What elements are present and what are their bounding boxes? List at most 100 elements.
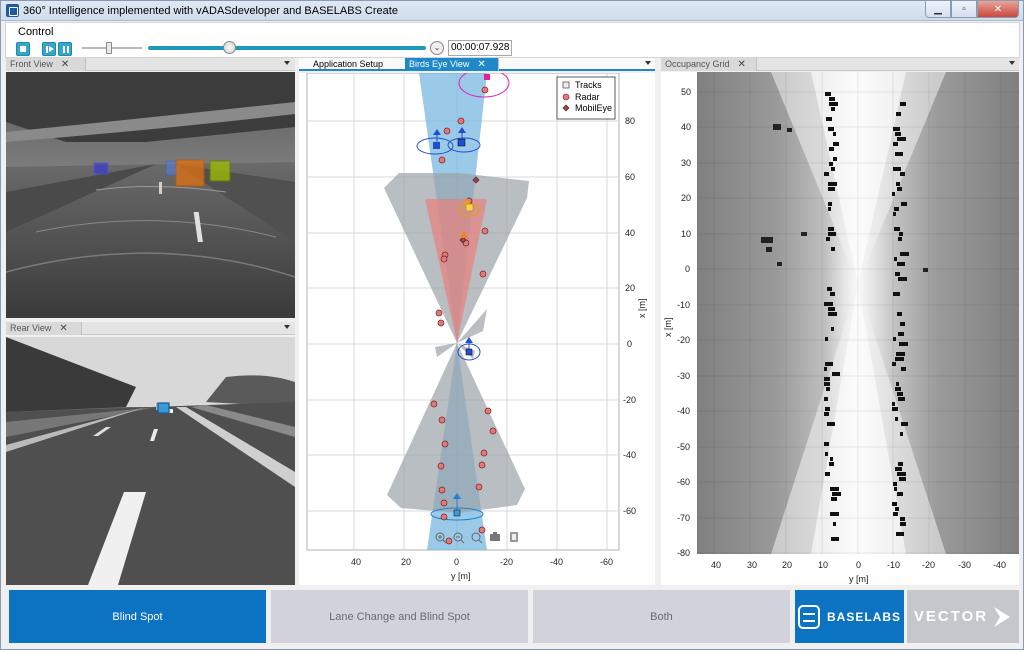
lane-change-blind-spot-button[interactable]: Lane Change and Blind Spot (271, 590, 528, 643)
occupied-cell (833, 157, 837, 161)
occupied-cell (893, 512, 898, 516)
occupied-cell (894, 207, 899, 211)
close-button[interactable]: ✕ (977, 1, 1019, 18)
occupied-cell (824, 412, 829, 416)
occupied-cell (898, 462, 903, 466)
occupied-cell (831, 497, 837, 501)
stop-button[interactable] (16, 42, 30, 56)
og-x-ticks: 40 30 20 10 0 -10 -20 -30 -40 (711, 560, 1006, 570)
occupied-cell (828, 307, 835, 311)
birds-eye-panel: Tracks Radar MobilEye 80 60 40 20 0 -20 … (299, 68, 655, 585)
occupied-cell (828, 232, 836, 236)
y-tick: 40 (625, 228, 635, 238)
occupied-cell (830, 457, 833, 461)
close-icon[interactable]: ✕ (61, 59, 69, 70)
occupied-cell (895, 467, 902, 471)
close-icon[interactable]: ✕ (59, 323, 67, 334)
tab-label: Birds Eye View (409, 59, 470, 69)
y-tick: 50 (681, 87, 691, 97)
timeline-thumb[interactable] (222, 41, 236, 54)
occupied-cell (773, 124, 781, 130)
x-tick: -40 (550, 557, 563, 567)
occupancy-panel: 50 40 30 20 10 0 -10 -20 -30 -40 -50 -60… (661, 72, 1019, 585)
radar-point (438, 156, 446, 164)
occupied-cell (826, 117, 832, 121)
occupied-cell (900, 102, 906, 106)
x-tick: 20 (401, 557, 411, 567)
radar-point (440, 255, 448, 263)
radar-point (445, 537, 453, 545)
maximize-button[interactable]: ▫ (951, 1, 977, 18)
both-button[interactable]: Both (533, 590, 790, 643)
step-forward-button[interactable] (42, 42, 56, 56)
pause-button[interactable] (58, 42, 72, 56)
radar-point (484, 407, 492, 415)
occupied-cell (824, 172, 829, 176)
chevron-down-icon[interactable] (645, 61, 651, 65)
chevron-down-icon[interactable]: ⌄ (430, 41, 444, 55)
window-title: 360° Intelligence implemented with vADAS… (23, 5, 398, 17)
minimize-icon: ▁ (934, 3, 942, 15)
occupied-cell (824, 377, 830, 381)
occupied-cell (898, 332, 904, 336)
occupied-cell (894, 227, 900, 231)
occupied-cell (892, 362, 896, 366)
occupied-cell (831, 167, 835, 171)
y-tick: -10 (677, 300, 690, 310)
vector-logo-text: VECTOR (913, 608, 989, 625)
occupied-cell (901, 367, 906, 371)
main-window: 360° Intelligence implemented with vADAS… (0, 0, 1024, 650)
tab-label: Front View (10, 59, 53, 69)
tab-application-setup[interactable]: Application Setup (309, 58, 387, 71)
occupied-cell (896, 382, 899, 386)
occupied-cell (801, 232, 807, 236)
occupied-cell (894, 257, 897, 261)
minimize-button[interactable]: ▁ (925, 1, 951, 18)
timeline-slider[interactable] (148, 41, 426, 54)
radar-point (479, 270, 487, 278)
occupied-cell (892, 402, 895, 406)
occupied-cell (897, 137, 906, 141)
legend-tracks: Tracks (575, 80, 602, 90)
tab-occupancy-grid[interactable]: Occupancy Grid ✕ (661, 58, 757, 71)
tab-rear-view[interactable]: Rear View ✕ (6, 322, 82, 335)
chevron-down-icon[interactable] (1009, 61, 1015, 65)
occupied-cell (899, 477, 906, 481)
occupied-cell (825, 92, 831, 96)
occupied-cell (895, 132, 901, 136)
speed-slider[interactable] (82, 42, 142, 54)
tab-birds-eye-view[interactable]: Birds Eye View ✕ (405, 58, 499, 71)
x-axis-label: y [m] (849, 574, 869, 584)
occupied-cell (896, 352, 905, 356)
occupied-cell (897, 312, 902, 316)
occupancy-grid-plot: 50 40 30 20 10 0 -10 -20 -30 -40 -50 -60… (663, 72, 1019, 584)
close-icon[interactable]: ✕ (477, 59, 485, 70)
speed-slider-thumb[interactable] (106, 42, 112, 54)
legend-radar: Radar (575, 92, 600, 102)
occupied-cell (899, 232, 903, 236)
y-tick: -20 (623, 395, 636, 405)
occupied-cell (833, 522, 836, 526)
y-tick: 60 (625, 172, 635, 182)
radar-point (481, 227, 489, 235)
y-axis-ticks: 80 60 40 20 0 -20 -40 -60 (623, 116, 636, 516)
chevron-down-icon[interactable] (284, 61, 290, 65)
tab-front-view[interactable]: Front View ✕ (6, 58, 86, 71)
occupied-cell (830, 487, 839, 491)
control-panel: Control ⌄ 00:00:07.928 (5, 22, 1020, 58)
x-tick: -40 (993, 560, 1006, 570)
close-icon[interactable]: ✕ (738, 59, 746, 70)
y-tick: 40 (681, 122, 691, 132)
occupied-cell (825, 362, 833, 366)
blind-spot-button[interactable]: Blind Spot (9, 590, 266, 643)
occupied-cell (900, 522, 906, 526)
occupied-cell (827, 287, 832, 291)
chevron-down-icon[interactable] (284, 325, 290, 329)
tab-label: Occupancy Grid (665, 59, 730, 69)
occupied-cell (824, 302, 833, 306)
x-tick: 40 (711, 560, 721, 570)
radar-point (440, 513, 448, 521)
detection-box (175, 159, 205, 187)
clipboard-icon[interactable] (510, 532, 518, 542)
radar-point (478, 526, 486, 534)
